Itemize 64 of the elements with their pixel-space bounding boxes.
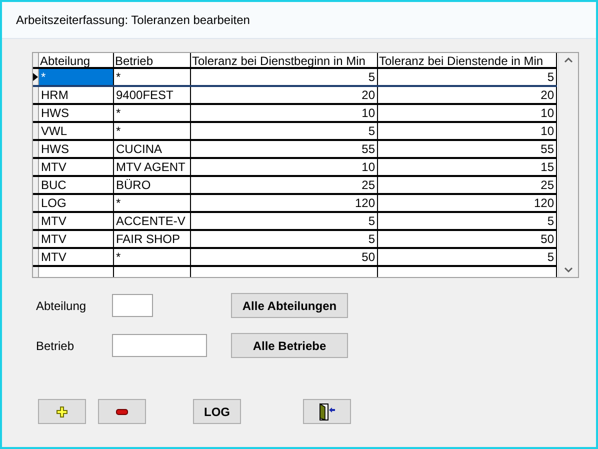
table-cell: BUC bbox=[39, 177, 114, 193]
table-cell: 5 bbox=[191, 69, 378, 85]
table-cell: VWL bbox=[39, 123, 114, 139]
field-label: Betrieb bbox=[36, 338, 76, 354]
table-cell: 5 bbox=[191, 231, 378, 247]
filter-button[interactable]: Alle Betriebe bbox=[231, 333, 348, 358]
table-cell: MTV bbox=[39, 231, 114, 247]
door-exit-icon bbox=[318, 402, 336, 420]
scroll-down-icon[interactable] bbox=[564, 267, 573, 273]
table-cell: 50 bbox=[378, 231, 557, 247]
table-cell: MTV bbox=[39, 213, 114, 229]
table-cell: HWS bbox=[39, 105, 114, 121]
table-cell: 25 bbox=[378, 177, 557, 193]
table-cell: 25 bbox=[191, 177, 378, 193]
table-cell: * bbox=[114, 249, 191, 265]
table-cell: ACCENTE-V bbox=[114, 213, 191, 229]
table-cell: 55 bbox=[378, 141, 557, 157]
table-cell: CUCINA bbox=[114, 141, 191, 157]
table-cell: 5 bbox=[378, 69, 557, 85]
table-cell: 5 bbox=[378, 249, 557, 265]
table-cell: 9400FEST bbox=[114, 87, 191, 103]
window-title: Arbeitszeiterfassung: Toleranzen bearbeiten bbox=[16, 12, 250, 29]
column-header[interactable]: Toleranz bei Dienstende in Min bbox=[378, 53, 557, 67]
table-cell: 120 bbox=[191, 195, 378, 211]
minus-icon bbox=[116, 408, 128, 414]
remove-button[interactable] bbox=[98, 399, 146, 424]
table-cell: * bbox=[114, 105, 191, 121]
table-cell: MTV bbox=[39, 249, 114, 265]
plus-icon bbox=[56, 406, 68, 418]
exit-button[interactable] bbox=[303, 399, 351, 424]
log-button[interactable]: LOG bbox=[193, 399, 241, 424]
table-cell: HRM bbox=[39, 87, 114, 103]
table-cell: LOG bbox=[39, 195, 114, 211]
table-cell: 5 bbox=[378, 213, 557, 229]
table-cell: * bbox=[114, 69, 191, 85]
table-cell: 15 bbox=[378, 159, 557, 175]
table-cell: 10 bbox=[191, 105, 378, 121]
table-cell: * bbox=[114, 195, 191, 211]
table-cell: 5 bbox=[191, 213, 378, 229]
table-cell: BÜRO bbox=[114, 177, 191, 193]
filter-button[interactable]: Alle Abteilungen bbox=[231, 293, 348, 318]
input-field[interactable] bbox=[112, 334, 207, 357]
input-field[interactable] bbox=[112, 294, 153, 317]
table-cell: 120 bbox=[378, 195, 557, 211]
field-label: Abteilung bbox=[36, 298, 88, 314]
table-cell: 50 bbox=[191, 249, 378, 265]
table-cell: 10 bbox=[378, 123, 557, 139]
table-cell: MTV AGENT bbox=[114, 159, 191, 175]
scrollbar[interactable] bbox=[558, 53, 578, 277]
scroll-up-icon[interactable] bbox=[564, 57, 573, 63]
table-cell: FAIR SHOP bbox=[114, 231, 191, 247]
table-cell: 10 bbox=[378, 105, 557, 121]
table-cell: HWS bbox=[39, 141, 114, 157]
column-header[interactable]: Betrieb bbox=[114, 53, 191, 67]
add-button[interactable] bbox=[38, 399, 86, 424]
row-pointer-icon[interactable] bbox=[33, 69, 39, 85]
table-cell: 20 bbox=[378, 87, 557, 103]
table-cell: 5 bbox=[191, 123, 378, 139]
table-cell: 20 bbox=[191, 87, 378, 103]
table-cell: * bbox=[39, 69, 114, 85]
table-cell: 10 bbox=[191, 159, 378, 175]
table-cell: 55 bbox=[191, 141, 378, 157]
table-cell: MTV bbox=[39, 159, 114, 175]
table-cell: * bbox=[114, 123, 191, 139]
